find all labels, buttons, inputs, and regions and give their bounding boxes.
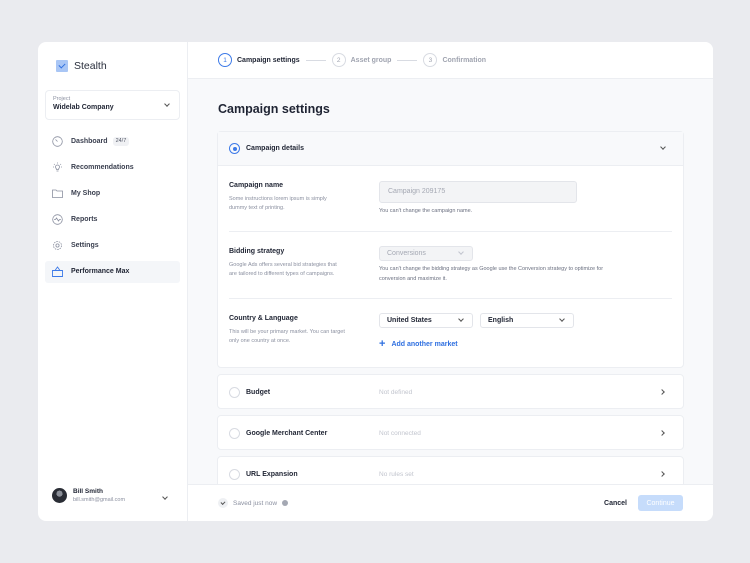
campaign-details-card: Campaign details Campaign name Some inst…	[217, 131, 684, 368]
card-status: No rules set	[379, 470, 414, 478]
sidebar-item-recommendations[interactable]: Recommendations	[45, 156, 180, 178]
sidebar-item-label: My Shop	[71, 189, 101, 197]
sidebar-item-label: Performance Max	[71, 268, 130, 276]
sidebar-item-reports[interactable]: Reports	[45, 209, 180, 231]
chevron-down-icon	[162, 494, 168, 500]
step-confirmation[interactable]: 3 Confirmation	[423, 53, 486, 67]
budget-card[interactable]: Budget Not defined	[217, 374, 684, 409]
radio-checked-icon	[229, 143, 240, 154]
activity-icon	[52, 214, 63, 225]
bidding-strategy-hint: You can't change the bidding strategy as…	[379, 266, 604, 282]
chevron-down-icon	[559, 316, 565, 322]
page-title: Campaign settings	[218, 102, 330, 116]
campaign-name-input[interactable]: Campaign 209175	[379, 181, 577, 203]
sidebar-item-settings[interactable]: Settings	[45, 235, 180, 257]
step-label: Asset group	[350, 56, 392, 64]
sidebar-item-performance-max[interactable]: Performance Max	[45, 260, 180, 283]
project-label: Project	[53, 96, 71, 102]
brand-name: Stealth	[74, 60, 107, 72]
merchant-center-header: Google Merchant Center Not connected	[218, 416, 683, 450]
chevron-down-icon	[458, 316, 464, 322]
bidding-strategy-select[interactable]: Conversions	[379, 246, 473, 261]
card-title: Google Merchant Center	[246, 429, 328, 437]
step-label: Campaign settings	[237, 56, 300, 64]
gear-icon	[52, 240, 63, 251]
radio-empty-icon	[229, 468, 240, 480]
card-title: Budget	[246, 388, 271, 396]
sidebar-item-label: Reports	[71, 216, 98, 224]
project-name: Widelab Company	[53, 104, 114, 111]
campaign-name-section: Campaign name Some instructions lorem ip…	[229, 166, 672, 232]
continue-button[interactable]: Continue	[638, 495, 683, 511]
stepper: 1 Campaign settings 2 Asset group 3 Conf…	[188, 42, 713, 79]
sidebar-nav: Dashboard 24/7 Recommendations My Shop R…	[45, 130, 180, 287]
plus-icon: +	[379, 338, 386, 350]
select-value: United States	[387, 317, 432, 324]
add-market-label: Add another market	[391, 341, 458, 348]
radio-empty-icon	[229, 427, 240, 439]
logo-icon	[56, 60, 68, 72]
bidding-strategy-section: Bidding strategy Google Ads offers sever…	[229, 232, 672, 299]
cancel-button[interactable]: Cancel	[604, 500, 627, 507]
chevron-right-icon	[659, 471, 665, 477]
country-select[interactable]: United States	[379, 313, 473, 328]
card-title: Campaign details	[246, 145, 304, 152]
step-campaign-settings[interactable]: 1 Campaign settings	[218, 53, 300, 67]
user-name: Bill Smith	[73, 488, 103, 495]
user-email: bill.smith@gmail.com	[73, 497, 126, 503]
section-title: Campaign name	[229, 182, 284, 189]
folder-icon	[52, 188, 63, 199]
merchant-center-card[interactable]: Google Merchant Center Not connected	[217, 415, 684, 450]
gauge-icon	[52, 135, 63, 147]
section-title: Bidding strategy	[229, 248, 285, 255]
step-number: 1	[218, 53, 232, 67]
select-value: English	[488, 317, 514, 324]
step-asset-group[interactable]: 2 Asset group	[331, 53, 392, 67]
language-select[interactable]: English	[480, 313, 574, 328]
sidebar-item-label: Dashboard	[71, 137, 108, 145]
sidebar-item-label: Recommendations	[71, 163, 134, 171]
section-description: This will be your primary market. You ca…	[229, 329, 345, 344]
step-number: 2	[331, 53, 346, 67]
save-status: Saved just now	[218, 498, 289, 508]
card-status: Not defined	[379, 388, 413, 396]
card-status: Not connected	[379, 429, 421, 437]
sidebar-item-my-shop[interactable]: My Shop	[45, 182, 180, 204]
card-title: URL Expansion	[246, 470, 298, 478]
chevron-down-icon	[458, 249, 464, 255]
avatar	[52, 488, 67, 503]
sidebar: Stealth Project Widelab Company Dashboar…	[38, 42, 188, 521]
step-label: Confirmation	[442, 56, 487, 64]
radio-empty-icon	[229, 386, 240, 398]
chevron-right-icon	[659, 430, 665, 436]
step-number: 3	[423, 53, 438, 67]
country-language-section: Country & Language This will be your pri…	[229, 299, 672, 367]
project-selector[interactable]: Project Widelab Company	[45, 90, 180, 120]
select-value: Conversions	[387, 250, 426, 257]
lightbulb-icon	[52, 162, 63, 173]
section-description: Google Ads offers several bid strategies…	[229, 262, 337, 277]
chevron-down-icon[interactable]	[660, 144, 666, 150]
budget-header: Budget Not defined	[218, 375, 683, 409]
campaign-details-header[interactable]: Campaign details	[218, 132, 683, 166]
info-icon[interactable]	[282, 500, 289, 506]
section-title: Country & Language	[229, 315, 298, 322]
check-icon	[218, 498, 228, 508]
app-window: Stealth Project Widelab Company Dashboar…	[38, 42, 713, 521]
user-menu[interactable]: Bill Smith bill.smith@gmail.com	[52, 488, 177, 503]
step-divider	[305, 59, 326, 61]
save-status-text: Saved just now	[233, 499, 278, 507]
section-description: Some instructions lorem ipsum is simply …	[229, 196, 327, 211]
shopping-bag-icon	[52, 266, 63, 278]
campaign-name-hint: You can't change the campaign name.	[379, 208, 473, 214]
status-badge: 24/7	[112, 136, 130, 146]
main-content: 1 Campaign settings 2 Asset group 3 Conf…	[188, 42, 713, 521]
step-divider	[397, 59, 418, 61]
sidebar-item-dashboard[interactable]: Dashboard 24/7	[45, 130, 180, 152]
add-market-link[interactable]: + Add another market	[379, 339, 458, 350]
footer-bar: Saved just now Cancel Continue	[188, 484, 713, 521]
chevron-right-icon	[659, 389, 665, 395]
brand[interactable]: Stealth	[56, 60, 107, 72]
sidebar-item-label: Settings	[71, 242, 99, 250]
